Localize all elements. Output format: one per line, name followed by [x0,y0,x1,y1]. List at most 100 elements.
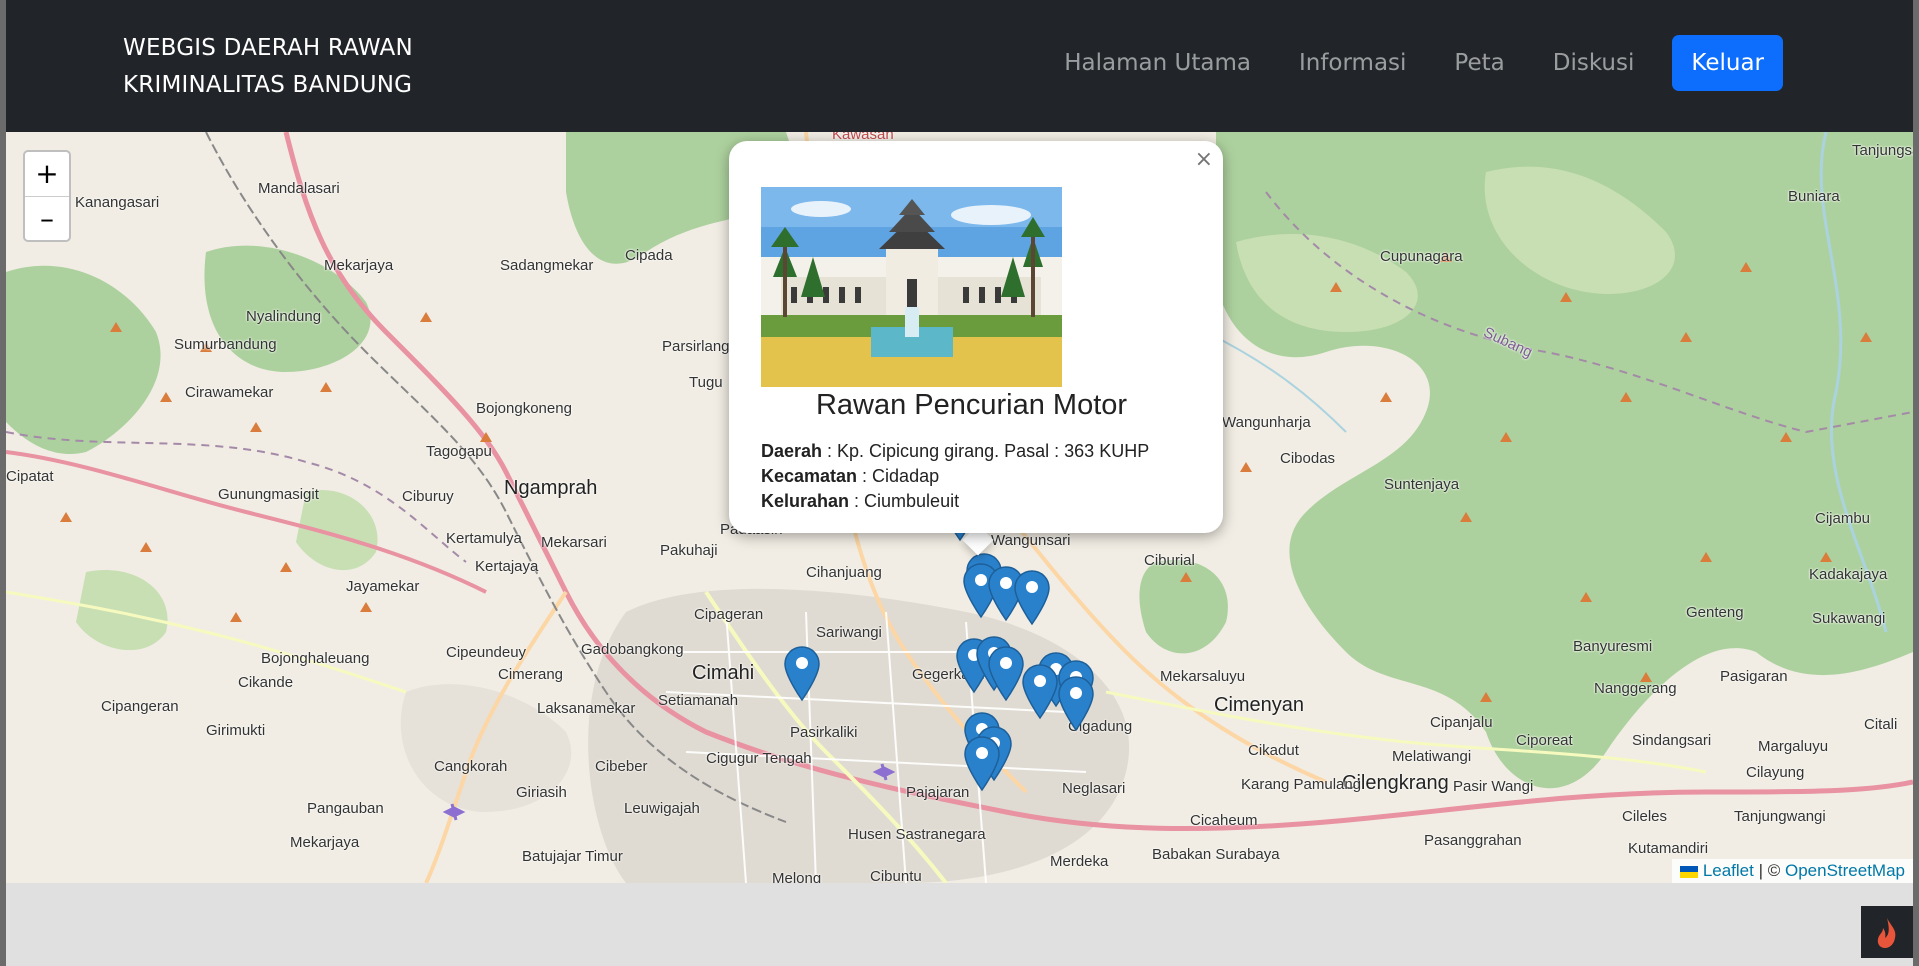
place-label: Kertamulya [446,530,522,547]
place-label: Kadakajaya [1809,566,1888,583]
nav-link-informasi[interactable]: Informasi [1299,50,1406,76]
zoom-in-button[interactable]: + [25,152,69,196]
place-label: Wangunsari [991,532,1071,549]
place-label: Cibuntu [870,868,922,883]
place-label: Nanggerang [1594,680,1677,697]
map-marker-icon[interactable] [987,645,1025,702]
leaflet-link[interactable]: Leaflet [1703,861,1754,880]
place-label: Citali [1864,716,1898,733]
nav-link-halaman-utama[interactable]: Halaman Utama [1064,50,1251,76]
brand-line-2: KRIMINALITAS BANDUNG [123,72,413,98]
place-label: Cikande [238,674,294,691]
place-label: Pasir Wangi [1453,778,1534,795]
place-label: Cipangeran [101,698,179,715]
brand[interactable]: WEBGIS DAERAH RAWAN KRIMINALITAS BANDUNG [123,30,413,104]
kelurahan-row: Kelurahan : Ciumbuleuit [761,489,1149,514]
place-label: Bojongkoneng [476,400,572,417]
place-label: Banyuresmi [1573,638,1653,655]
daerah-value: : Kp. Cipicung girang. Pasal : 363 KUHP [822,441,1150,461]
map-marker-icon[interactable] [1013,569,1051,626]
place-label: Karang Pamulang [1241,776,1362,793]
place-label: Sindangsari [1632,732,1712,749]
place-label: Cipageran [694,606,764,623]
popup-info: Daerah : Kp. Cipicung girang. Pasal : 36… [761,439,1149,514]
place-label: Husen Sastranegara [848,826,986,843]
place-label: Merdeka [1050,853,1109,870]
map-marker-icon[interactable] [963,735,1001,792]
map-marker-icon[interactable] [783,645,821,702]
nav-link-peta[interactable]: Peta [1454,50,1504,76]
place-label: Cipada [625,247,673,264]
flame-button[interactable] [1861,906,1913,958]
place-label: Ciporeat [1516,732,1573,749]
place-label: Cimenyan [1214,694,1305,716]
nav-link-diskusi[interactable]: Diskusi [1553,50,1635,76]
place-label: Cipeundeuy [446,644,527,661]
place-label: Cibodas [1280,450,1336,467]
place-label: Buniara [1788,188,1840,205]
map-marker-icon[interactable] [1021,663,1059,720]
place-label: Cikadut [1248,742,1299,759]
place-label: Batujajar Timur [522,848,623,865]
place-label: Mekarjaya [324,257,394,274]
place-label: Mekarjaya [290,834,360,851]
place-label: Kanangasari [75,194,160,211]
place-label: Cimahi [692,662,755,684]
kelurahan-label: Kelurahan [761,491,850,511]
place-label: Cimerang [498,666,564,683]
location-photo [761,187,1062,387]
map-marker-icon[interactable] [1057,675,1095,732]
place-label: Cipatat [6,468,54,485]
zoom-control: + – [23,150,71,242]
zoom-out-button[interactable]: – [25,196,69,240]
place-label: Giriasih [516,784,567,801]
nav-links: Halaman Utama Informasi Peta Diskusi Kel… [1016,35,1783,91]
place-label: Melatiwangi [1392,748,1472,765]
place-label: Ngamprah [504,477,598,499]
brand-line-1: WEBGIS DAERAH RAWAN [123,35,413,61]
place-label: Tanjungwangi [1734,808,1826,825]
place-label: Kertajaya [475,558,539,575]
place-label: Tanjungsari [1852,142,1913,159]
place-label: Mekarsaluyu [1160,668,1246,685]
place-label: Pakuhaji [660,542,718,559]
place-label: Pangauban [307,800,384,817]
place-label: Ciburial [1144,552,1195,569]
place-label: Tagogapu [426,443,492,460]
osm-link[interactable]: OpenStreetMap [1785,861,1905,880]
ukraine-flag-icon [1680,865,1699,878]
daerah-label: Daerah [761,441,823,461]
place-label: Pasanggrahan [1424,832,1522,849]
place-label: Kutamandiri [1628,840,1709,857]
kelurahan-value: : Ciumbuleuit [849,491,960,511]
place-label: Neglasari [1062,780,1126,797]
place-label: Cigugur Tengah [706,750,812,767]
place-label: Suntenjaya [1384,476,1460,493]
map-container[interactable]: Kawasan Mandalasari Kanangasari Mekarjay… [6,132,1913,883]
place-label: Cilayung [1746,764,1805,781]
place-label: Sumurbandung [174,336,277,353]
place-label: Sariwangi [816,624,882,641]
place-label: Leuwigajah [624,800,700,817]
page-frame: WEBGIS DAERAH RAWAN KRIMINALITAS BANDUNG… [6,0,1913,966]
place-label: Jayamekar [346,578,420,595]
place-label: Laksanamekar [537,700,636,717]
popup-close-button[interactable]: × [1195,147,1213,172]
flame-icon [1877,918,1896,948]
place-label: Melong [772,870,822,883]
place-label: Gunungmasigit [218,486,319,503]
logout-button[interactable]: Keluar [1672,35,1783,91]
map-attribution: Leaflet | © OpenStreetMap [1672,859,1913,883]
place-label: Tugu [689,374,723,391]
place-label: Cijambu [1815,510,1871,527]
popup-title: Rawan Pencurian Motor [815,389,1128,421]
place-label: Setiamanah [658,692,739,709]
place-label: Gadobangkong [581,641,684,658]
daerah-row: Daerah : Kp. Cipicung girang. Pasal : 36… [761,439,1149,464]
place-label: Girimukti [206,722,266,739]
place-label: Sadangmekar [500,257,594,274]
navbar: WEBGIS DAERAH RAWAN KRIMINALITAS BANDUNG… [6,0,1913,132]
place-label: Nyalindung [246,308,322,325]
place-label: Parsirlangu [662,338,738,355]
place-label: Bojonghaleuang [261,650,370,667]
